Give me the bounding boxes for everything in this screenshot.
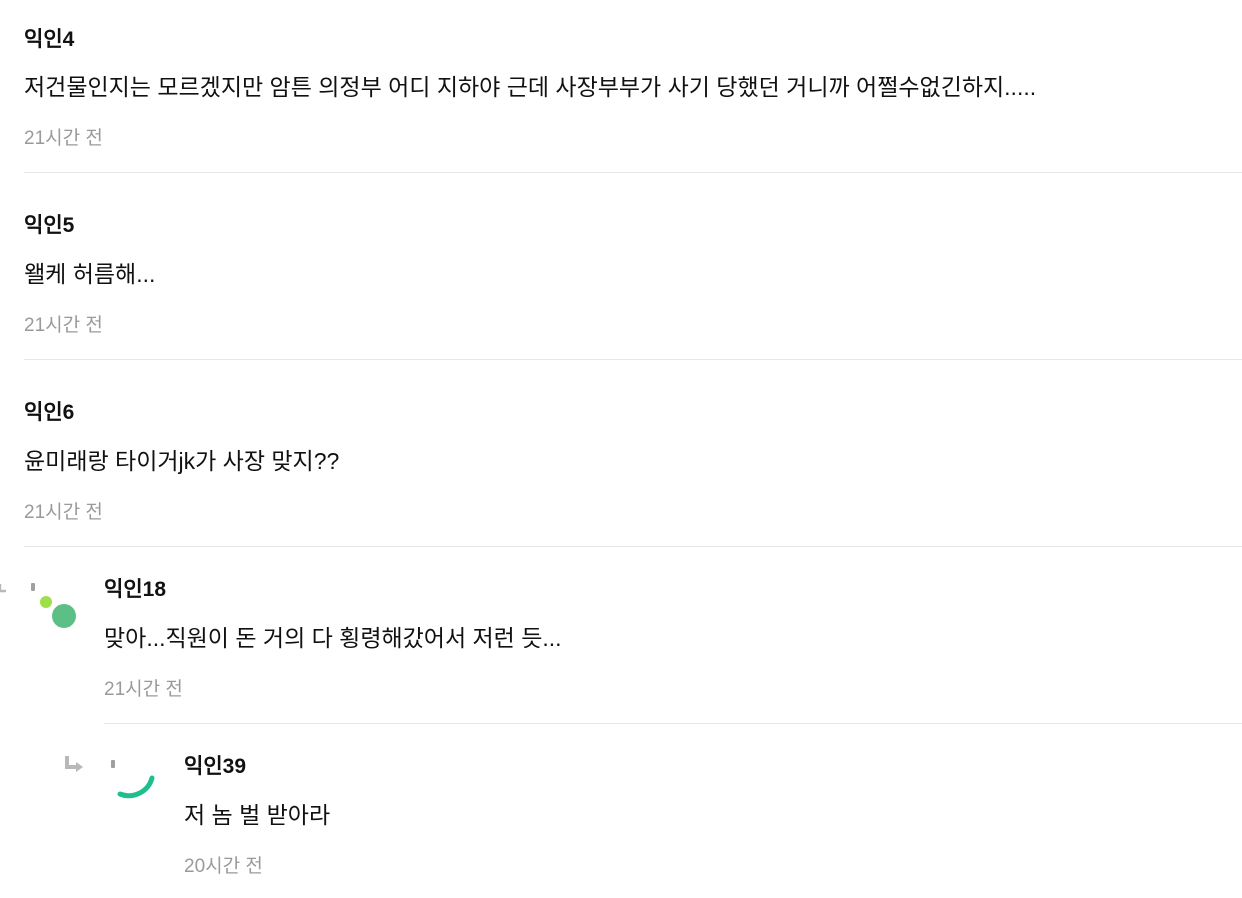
comment-author[interactable]: 익인39 [184, 754, 246, 780]
comment-timestamp: 21시간 전 [24, 502, 103, 523]
comment-text: 맞아...직원이 돈 거의 다 횡령해갔어서 저런 듯... [104, 625, 562, 651]
comment-author[interactable]: 익인5 [24, 213, 74, 239]
avatar[interactable] [108, 756, 164, 812]
comment-item: 익인5 왤케 허름해... 21시간 전 [24, 174, 1242, 360]
comment-author[interactable]: 익인18 [104, 577, 166, 603]
avatar-dot-lime [40, 596, 52, 608]
avatar-dot-gray [111, 760, 115, 768]
comment-divider [104, 723, 1242, 724]
comment-timestamp: 21시간 전 [104, 679, 183, 700]
comment-divider [24, 359, 1242, 360]
comment-author[interactable]: 익인4 [24, 27, 74, 53]
avatar[interactable] [28, 578, 84, 634]
comment-author[interactable]: 익인6 [24, 400, 74, 426]
avatar-dot-gray [31, 583, 35, 591]
comment-timestamp: 20시간 전 [184, 856, 263, 877]
reply-item: 익인18 맞아...직원이 돈 거의 다 횡령해갔어서 저런 듯... 21시간… [104, 548, 1242, 724]
avatar-dot-green [52, 604, 76, 628]
comment-item: 익인6 윤미래랑 타이거jk가 사장 맞지?? 21시간 전 [24, 361, 1242, 547]
comment-thread: 익인4 저건물인지는 모르겠지만 암튼 의정부 어디 지하야 근데 사장부부가 … [0, 0, 1242, 898]
comment-text: 윤미래랑 타이거jk가 사장 맞지?? [24, 448, 340, 474]
reply-item: 익인39 저 놈 벌 받아라 20시간 전 [184, 725, 1242, 898]
reply-arrow-icon [65, 756, 83, 772]
comment-divider [24, 546, 1242, 547]
comment-text: 왤케 허름해... [24, 261, 156, 287]
comment-timestamp: 21시간 전 [24, 315, 103, 336]
comment-item: 익인4 저건물인지는 모르겠지만 암튼 의정부 어디 지하야 근데 사장부부가 … [24, 0, 1242, 174]
avatar-arc-teal [117, 775, 155, 799]
comment-text: 저건물인지는 모르겠지만 암튼 의정부 어디 지하야 근데 사장부부가 사기 당… [24, 74, 1037, 100]
comment-divider [24, 172, 1242, 173]
comment-timestamp: 21시간 전 [24, 128, 103, 149]
reply-arrow-icon [0, 584, 6, 593]
comment-text: 저 놈 벌 받아라 [184, 802, 331, 828]
